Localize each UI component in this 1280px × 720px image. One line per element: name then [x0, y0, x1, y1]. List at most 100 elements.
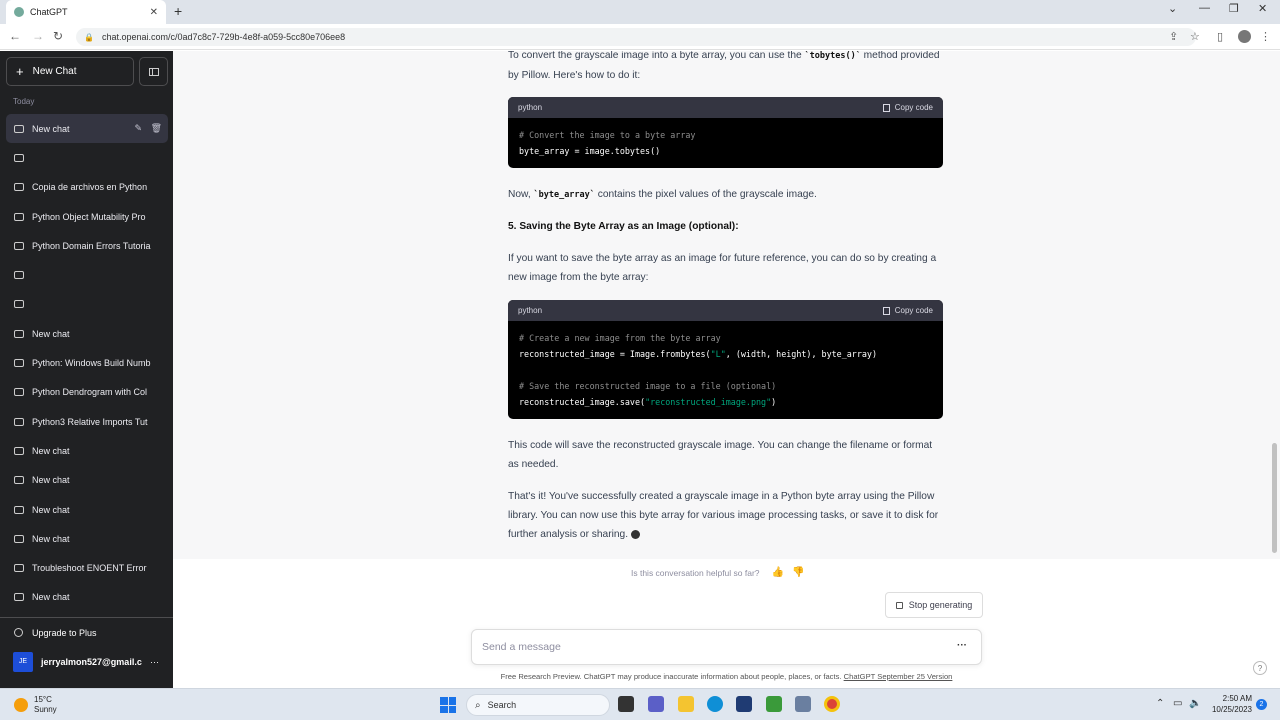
- chat-history-item[interactable]: New chat: [6, 466, 168, 495]
- thumbs-up-icon[interactable]: 👍: [772, 567, 784, 578]
- wifi-icon[interactable]: ▭: [1173, 698, 1182, 709]
- teams-chat-icon[interactable]: [648, 696, 664, 712]
- upgrade-to-plus-button[interactable]: Upgrade to Plus: [0, 618, 173, 647]
- task-view-icon[interactable]: [618, 696, 634, 712]
- code-body: # Convert the image to a byte array byte…: [508, 118, 943, 168]
- account-email: jerryalmon527@gmail.c: [41, 656, 142, 667]
- chat-history-item[interactable]: Python: Windows Build Numb: [6, 348, 168, 377]
- copy-code-button[interactable]: Copy code: [882, 103, 933, 112]
- paragraph-text: To convert the grayscale image into a by…: [508, 51, 805, 61]
- stop-square-icon: [895, 601, 903, 609]
- section-heading: 5. Saving the Byte Array as an Image (op…: [508, 221, 739, 232]
- volume-icon[interactable]: 🔈: [1189, 698, 1201, 709]
- weather-widget[interactable]: 15°C Sunny: [14, 695, 57, 715]
- share-icon[interactable]: ⇪: [1169, 30, 1178, 43]
- chat-history-item[interactable]: Python Object Mutability Pro: [6, 202, 168, 231]
- chat-history-item[interactable]: Copia de archivos en Python: [6, 173, 168, 202]
- assistant-paragraph: Now, `byte_array` contains the pixel val…: [508, 185, 943, 205]
- chat-history-label: Python Domain Errors Tutoria: [32, 240, 151, 251]
- browser-tab[interactable]: ChatGPT ✕: [6, 0, 166, 24]
- close-sidebar-button[interactable]: [139, 57, 168, 86]
- window-close-icon[interactable]: ✕: [1258, 2, 1267, 15]
- browser-menu-icon[interactable]: ⋮: [1260, 30, 1271, 43]
- chat-history-item[interactable]: New chat: [6, 436, 168, 465]
- chat-bubble-icon: [14, 505, 24, 514]
- scrollbar-thumb[interactable]: [1272, 443, 1277, 553]
- profile-avatar-icon[interactable]: [1238, 30, 1251, 43]
- plus-icon: +: [16, 64, 24, 79]
- copy-code-button[interactable]: Copy code: [882, 306, 933, 315]
- code-string: "reconstructed_image.png": [645, 397, 772, 407]
- forward-icon[interactable]: →: [32, 29, 44, 43]
- store-icon[interactable]: [736, 696, 752, 712]
- sidebar: + New Chat Today New chat ✎ 🗑 Copia de a…: [0, 51, 173, 688]
- chat-history-item[interactable]: [6, 290, 168, 319]
- feedback-prompt: Is this conversation helpful so far? 👍 👎: [631, 567, 804, 578]
- app-icon[interactable]: [766, 696, 782, 712]
- notification-badge[interactable]: 2: [1256, 699, 1267, 710]
- chat-history-item[interactable]: New chat ✎ 🗑: [6, 114, 168, 144]
- chat-history-item[interactable]: [6, 143, 168, 172]
- minimize-icon[interactable]: —: [1199, 2, 1210, 14]
- bookmark-star-icon[interactable]: ☆: [1190, 30, 1200, 43]
- chat-history-item[interactable]: Python3 Relative Imports Tut: [6, 407, 168, 436]
- edge-browser-icon[interactable]: [707, 696, 723, 712]
- help-button[interactable]: ?: [1253, 661, 1267, 675]
- chat-history-item[interactable]: [6, 260, 168, 289]
- clipboard-icon: [882, 306, 890, 315]
- chat-history-item[interactable]: Troubleshoot ENOENT Error: [6, 553, 168, 582]
- chat-history-item[interactable]: New chat: [6, 524, 168, 553]
- chat-history-item[interactable]: New chat: [6, 319, 168, 348]
- stop-generating-button[interactable]: Stop generating: [885, 592, 983, 618]
- message-input[interactable]: Send a message ···: [471, 629, 982, 665]
- edit-pencil-icon[interactable]: ✎: [135, 123, 143, 133]
- clock[interactable]: 2:50 AM 10/25/2023: [1206, 693, 1252, 715]
- code-line: ): [771, 397, 777, 407]
- os-taskbar: 15°C Sunny ⌕ Search ⌃ ▭ 🔈 2:50 AM 10/25/…: [0, 688, 1280, 720]
- chrome-icon[interactable]: [824, 696, 840, 712]
- tab-close-icon[interactable]: ✕: [150, 7, 158, 18]
- new-chat-button[interactable]: + New Chat: [6, 57, 134, 86]
- taskbar-search[interactable]: ⌕ Search: [466, 694, 610, 716]
- reload-icon[interactable]: ↻: [53, 29, 63, 43]
- side-panel-icon[interactable]: ▯: [1217, 30, 1223, 43]
- feedback-question: Is this conversation helpful so far?: [631, 567, 760, 578]
- copy-code-label: Copy code: [894, 306, 933, 315]
- tray-chevron-icon[interactable]: ⌃: [1156, 698, 1164, 709]
- new-tab-button[interactable]: +: [174, 3, 182, 19]
- chat-history-item[interactable]: Python Dendrogram with Col: [6, 378, 168, 407]
- inline-code: `byte_array`: [533, 190, 595, 200]
- user-icon: [14, 628, 23, 637]
- chat-history-label: New chat: [32, 504, 70, 515]
- back-icon[interactable]: ←: [9, 29, 21, 43]
- chat-history-item[interactable]: New chat: [6, 495, 168, 524]
- url-field[interactable]: 🔒 chat.openai.com/c/0ad7c8c7-729b-4e8f-a…: [76, 28, 1196, 46]
- code-comment: # Convert the image to a byte array: [519, 130, 696, 140]
- network-app-icon[interactable]: [795, 696, 811, 712]
- chat-history-label: New chat: [32, 445, 70, 456]
- assistant-paragraph: This code will save the reconstructed gr…: [508, 440, 933, 470]
- chat-history-label: Python: Windows Build Numb: [32, 358, 151, 369]
- file-explorer-icon[interactable]: [678, 696, 694, 712]
- chat-bubble-icon: [14, 124, 24, 133]
- clipboard-icon: [882, 103, 890, 112]
- paragraph-text: That's it! You've successfully created a…: [508, 491, 939, 540]
- thumbs-down-icon[interactable]: 👎: [792, 567, 804, 578]
- chat-history-item[interactable]: New chat: [6, 583, 168, 612]
- maximize-icon[interactable]: ❐: [1229, 2, 1239, 15]
- tab-search-icon[interactable]: ⌄: [1168, 2, 1177, 15]
- delete-trash-icon[interactable]: 🗑: [151, 123, 162, 133]
- code-body: # Create a new image from the byte array…: [508, 321, 943, 419]
- inline-code: `tobytes()`: [804, 51, 861, 61]
- version-link[interactable]: ChatGPT September 25 Version: [844, 672, 953, 681]
- more-options-icon[interactable]: ···: [150, 657, 159, 667]
- windows-start-icon[interactable]: [440, 697, 456, 713]
- sidebar-footer: Upgrade to Plus JE jerryalmon527@gmail.c…: [0, 617, 173, 676]
- chat-history-item[interactable]: Python Domain Errors Tutoria: [6, 231, 168, 260]
- chat-history-label: New chat: [32, 123, 70, 134]
- stop-generating-label: Stop generating: [908, 600, 973, 610]
- account-menu-button[interactable]: JE jerryalmon527@gmail.c ···: [0, 647, 173, 676]
- chat-history-label: Copia de archivos en Python: [32, 182, 148, 193]
- sun-weather-icon: [14, 698, 28, 712]
- composer-area: Is this conversation helpful so far? 👍 👎…: [173, 559, 1280, 688]
